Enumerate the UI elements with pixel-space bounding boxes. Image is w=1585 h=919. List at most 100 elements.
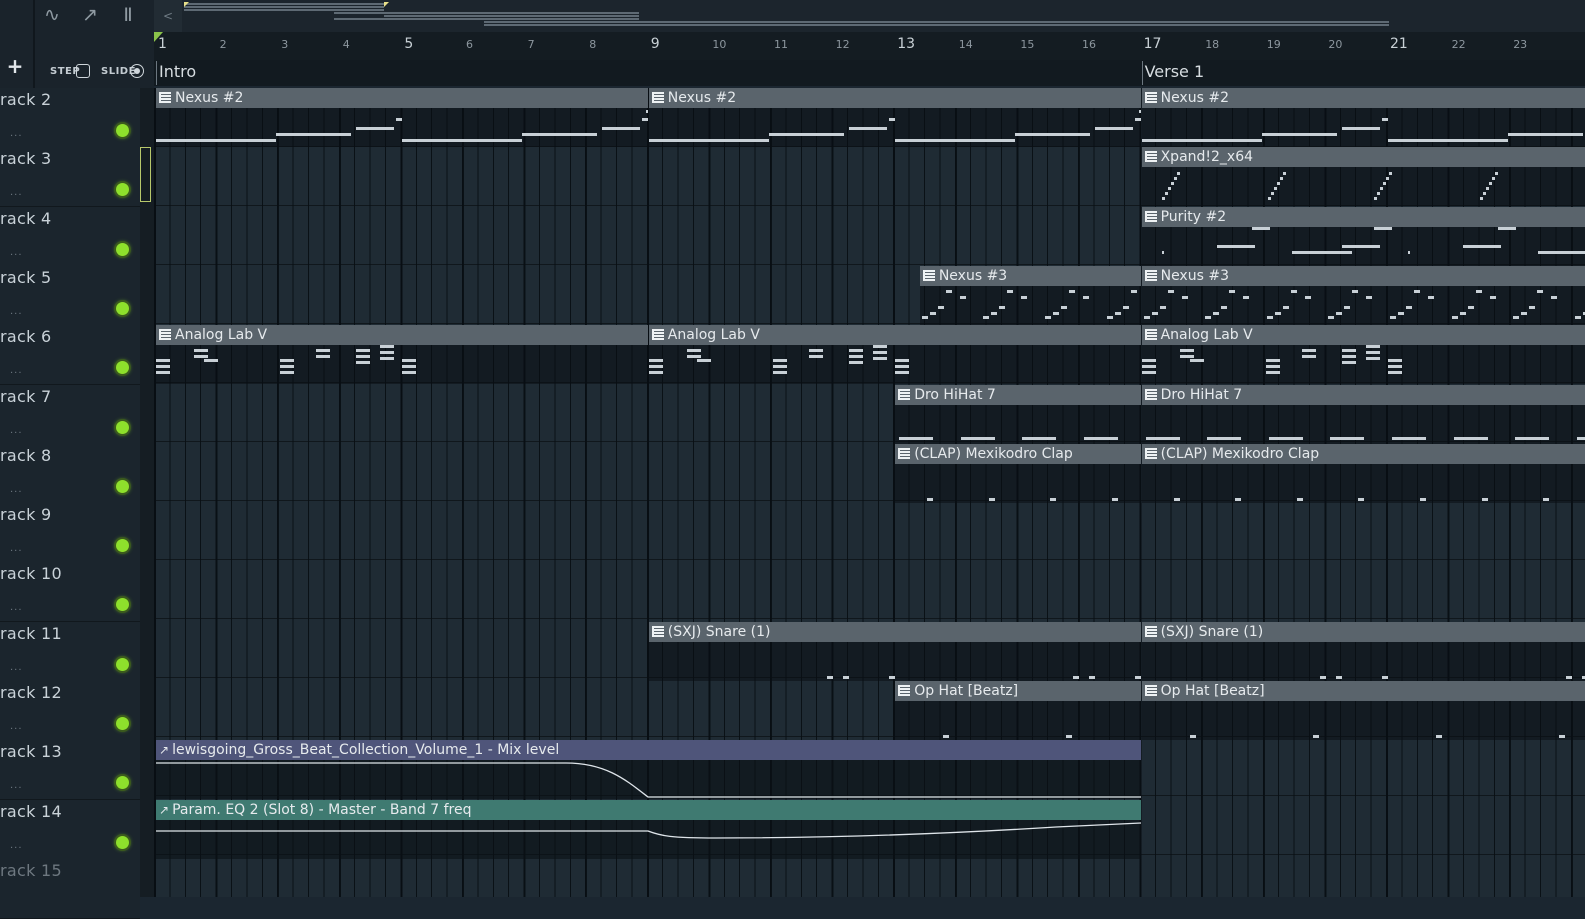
track-options-dots[interactable]: ... [10, 484, 23, 495]
track-mute-led[interactable] [116, 717, 129, 730]
add-track-button[interactable]: + [6, 56, 24, 76]
track-options-dots[interactable]: ... [10, 662, 23, 673]
pattern-clip[interactable]: Nexus #2 [648, 88, 1141, 147]
note [1335, 675, 1342, 679]
marker-intro[interactable]: Intro [156, 61, 196, 85]
clip-header[interactable]: (SXJ) Snare (1) [648, 621, 1141, 642]
pattern-clip[interactable]: (SXJ) Snare (1) [648, 621, 1141, 681]
track-options-dots[interactable]: ... [10, 365, 23, 376]
track-header[interactable]: rack 10... [0, 562, 140, 623]
pattern-clip[interactable]: Nexus #2 [156, 88, 648, 147]
clip-header[interactable]: Analog Lab V [1141, 325, 1585, 346]
track-grip-column[interactable] [140, 88, 154, 897]
pattern-clip[interactable]: Xpand!2_x64 [1141, 147, 1585, 207]
marker-verse-1[interactable]: Verse 1 [1141, 61, 1204, 85]
piano-icon[interactable]: Ⅱ [116, 4, 140, 26]
marker-row[interactable]: Intro Verse 1 [154, 60, 1585, 86]
playlist-grid[interactable]: Nexus #2 Nexus #2 Nexus #2 Xpand!2_x64 Purit… [154, 88, 1585, 897]
overview-strip[interactable] [184, 2, 1389, 26]
track-options-dots[interactable]: ... [10, 187, 23, 198]
pattern-clip[interactable]: Op Hat [Beatz] [895, 681, 1141, 740]
track-header[interactable]: rack 14... [0, 799, 140, 860]
automation-clip[interactable]: ↗ lewisgoing_Gross_Beat_Collection_Volume… [156, 740, 1141, 800]
clip-header[interactable]: Nexus #3 [1141, 265, 1585, 286]
pattern-clip[interactable]: Op Hat [Beatz] [1141, 681, 1585, 740]
automation-curve[interactable] [156, 760, 1141, 799]
note [848, 361, 863, 365]
track-mute-led[interactable] [116, 657, 129, 671]
track-header[interactable]: rack 7... [0, 384, 140, 445]
song-overview[interactable]: < [154, 0, 1585, 32]
track-header[interactable]: rack 6... [0, 325, 140, 386]
track-header[interactable]: rack 4... [0, 206, 140, 267]
pattern-clip[interactable]: Dro HiHat 7 [1141, 384, 1585, 444]
track-mute-led[interactable] [116, 776, 129, 790]
clip-header[interactable]: Purity #2 [1141, 206, 1585, 227]
track-mute-led[interactable] [116, 420, 129, 434]
waveform-icon[interactable]: ∿ [40, 4, 64, 26]
clip-header[interactable]: Nexus #2 [1141, 88, 1585, 108]
pattern-clip[interactable]: (CLAP) Mexikodro Clap [895, 443, 1141, 503]
automation-clip[interactable]: ↗ Param. EQ 2 (Slot 8) - Master - Band 7 … [156, 799, 1141, 859]
track-mute-led[interactable] [116, 479, 129, 493]
slide-radio[interactable] [130, 64, 144, 78]
clip-header[interactable]: (SXJ) Snare (1) [1141, 621, 1585, 642]
track-mute-led[interactable] [116, 539, 129, 553]
timeline-ruler[interactable]: 1 2 3 4 5 6 7 8 9 10 11 12 13 14 15 16 17 18 19 20 21 22 23 [154, 32, 1585, 60]
pattern-clip[interactable]: Analog Lab V [648, 325, 1141, 385]
track-mute-led[interactable] [116, 835, 129, 849]
overview-scroll-left-button[interactable]: < [154, 0, 182, 32]
track-mute-led[interactable] [116, 361, 129, 375]
clip-header[interactable]: ↗ Param. EQ 2 (Slot 8) - Master - Band 7 … [156, 799, 1141, 820]
track-mute-led[interactable] [116, 242, 129, 256]
clip-header[interactable]: (CLAP) Mexikodro Clap [895, 443, 1141, 464]
track-options-dots[interactable]: ... [10, 543, 23, 554]
track-options-dots[interactable]: ... [10, 425, 23, 436]
clip-header[interactable]: Analog Lab V [156, 325, 648, 346]
track-options-dots[interactable]: ... [10, 780, 23, 791]
track-options-dots[interactable]: ... [10, 721, 23, 732]
clip-header[interactable]: Dro HiHat 7 [1141, 384, 1585, 405]
clip-header[interactable]: Dro HiHat 7 [895, 384, 1141, 405]
automation-curve[interactable] [156, 820, 1141, 859]
track-mute-led[interactable] [116, 183, 129, 197]
pattern-clip[interactable]: Nexus #3 [1141, 265, 1585, 325]
pattern-clip[interactable]: (SXJ) Snare (1) [1141, 621, 1585, 681]
pattern-clip[interactable]: (CLAP) Mexikodro Clap [1141, 443, 1585, 503]
clip-header[interactable]: ↗ lewisgoing_Gross_Beat_Collection_Volume… [156, 740, 1141, 761]
track-mute-led[interactable] [116, 301, 129, 315]
pattern-clip[interactable]: Purity #2 [1141, 206, 1585, 266]
track-options-dots[interactable]: ... [10, 128, 23, 139]
track-header[interactable]: rack 8... [0, 443, 140, 504]
track-options-dots[interactable]: ... [10, 306, 23, 317]
clip-header[interactable]: Op Hat [Beatz] [1141, 681, 1585, 701]
track-header[interactable]: rack 15 [0, 858, 140, 919]
track-header[interactable]: rack 9... [0, 503, 140, 564]
pattern-clip[interactable]: Nexus #3 [919, 265, 1141, 325]
pattern-clip[interactable]: Analog Lab V [1141, 325, 1585, 385]
step-checkbox[interactable] [76, 64, 90, 78]
pattern-clip[interactable]: Dro HiHat 7 [895, 384, 1141, 444]
track-header[interactable]: rack 13... [0, 740, 140, 801]
pattern-clip[interactable]: Analog Lab V [156, 325, 648, 385]
note [1358, 497, 1365, 501]
track-options-dots[interactable]: ... [10, 247, 23, 258]
clip-header[interactable]: (CLAP) Mexikodro Clap [1141, 443, 1585, 464]
clip-header[interactable]: Op Hat [Beatz] [895, 681, 1141, 701]
clip-header[interactable]: Analog Lab V [648, 325, 1141, 346]
track-options-dots[interactable]: ... [10, 602, 23, 613]
clip-header[interactable]: Nexus #2 [156, 88, 648, 108]
track-header[interactable]: rack 12... [0, 681, 140, 741]
clip-header[interactable]: Nexus #3 [919, 265, 1141, 286]
track-mute-led[interactable] [116, 598, 129, 612]
clip-header[interactable]: Xpand!2_x64 [1141, 147, 1585, 168]
track-header[interactable]: rack 3... [0, 147, 140, 208]
track-options-dots[interactable]: ... [10, 840, 23, 851]
automation-icon[interactable]: ↗ [78, 4, 102, 26]
track-header[interactable]: rack 5... [0, 265, 140, 326]
track-header[interactable]: rack 2... [0, 88, 140, 148]
track-header[interactable]: rack 11... [0, 621, 140, 682]
clip-header[interactable]: Nexus #2 [648, 88, 1141, 108]
track-mute-led[interactable] [116, 124, 129, 137]
pattern-clip[interactable]: Nexus #2 [1141, 88, 1585, 147]
